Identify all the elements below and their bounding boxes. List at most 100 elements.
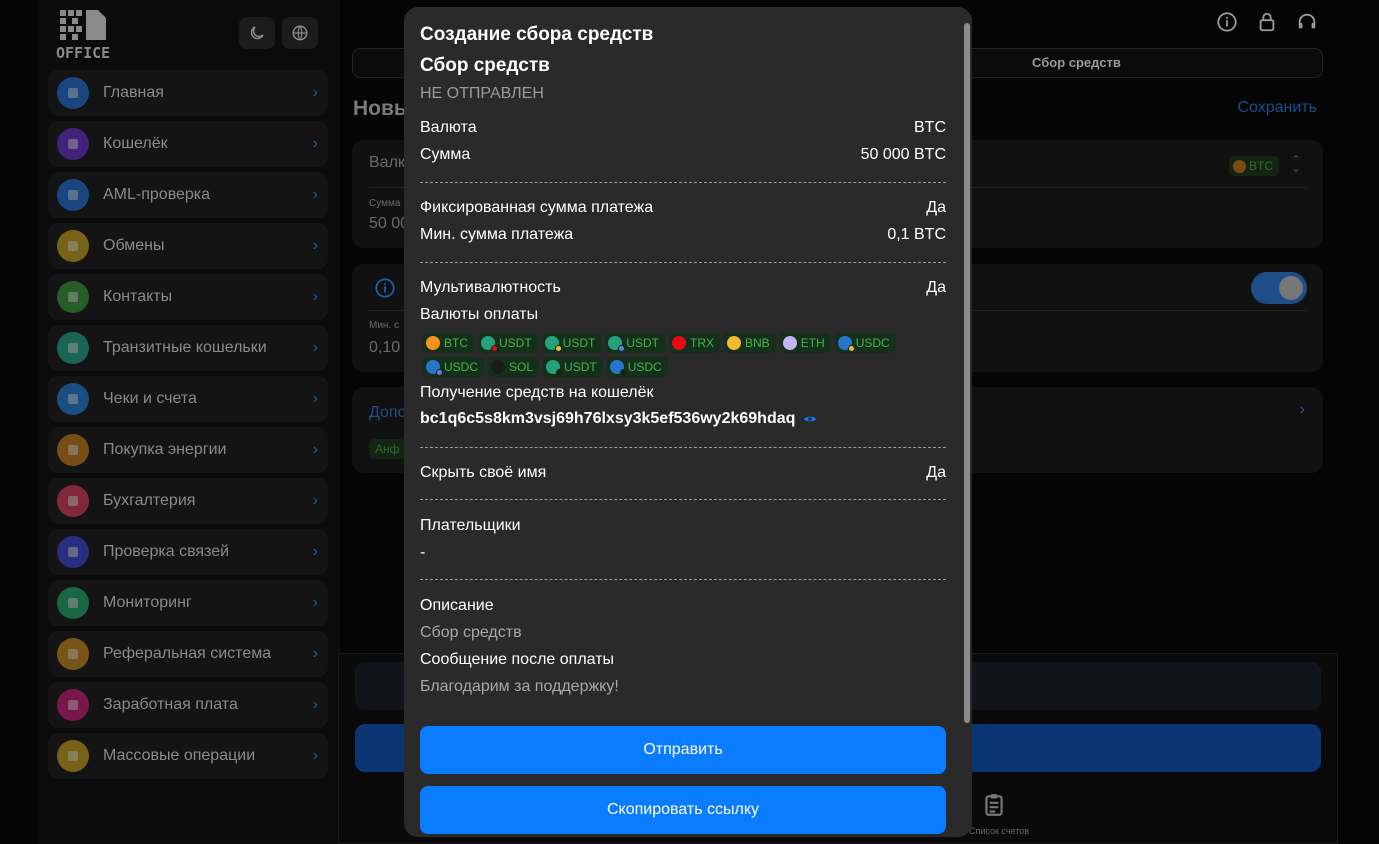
divider: [420, 182, 946, 183]
chevron-right-icon: ›: [312, 441, 318, 458]
pay-currencies-label: Валюты оплаты: [420, 306, 539, 323]
currency-chip: ETH: [779, 333, 831, 353]
contact-card-icon: [57, 281, 89, 313]
support-icon[interactable]: [1295, 10, 1319, 34]
currency-chip: USDC: [606, 357, 668, 377]
handshake-icon: [57, 638, 89, 670]
sidebar-item-label: Покупка энергии: [103, 441, 227, 458]
sidebar-item-label: Мониторинг: [103, 594, 192, 611]
currency-chips: BTC USDT USDT USDT TRX BNB ETH USDC USDC SOL USDT…: [423, 333, 949, 381]
fundraising-modal: Создание сбора средств Сбор средств НЕ О…: [404, 7, 972, 837]
sidebar-item-1[interactable]: Кошелёк ›: [48, 121, 328, 167]
sidebar-item-5[interactable]: Транзитные кошельки ›: [48, 325, 328, 371]
save-link[interactable]: Сохранить: [1237, 99, 1317, 117]
sidebar-item-label: Бухгалтерия: [103, 492, 196, 509]
coin-icon: [481, 336, 498, 352]
min-amount-label: Мин. сумма платежа: [420, 226, 574, 243]
fixed-amount-label: Фиксированная сумма платежа: [420, 199, 654, 216]
min-amount-row: Мин. сумма платежа 0,1 BTC: [420, 224, 946, 246]
chevron-right-icon: ›: [312, 492, 318, 509]
currency-chip-label: BTC: [444, 336, 468, 350]
currency-chip: USDT: [478, 333, 538, 353]
payroll-icon: [57, 689, 89, 721]
amount-row: Сумма 50 000 BTC: [420, 144, 946, 166]
scrollbar-thumb[interactable]: [964, 23, 970, 723]
wallet-address-row: bc1q6c5s8km3vsj69h76lxsy3k5ef536wy2k69hd…: [420, 410, 817, 428]
info-icon[interactable]: [1215, 10, 1239, 34]
language-button[interactable]: [282, 17, 318, 49]
sidebar-item-3[interactable]: Обмены ›: [48, 223, 328, 269]
divider: [420, 579, 946, 580]
currency-chip-label: TRX: [690, 336, 715, 350]
coin-icon: [727, 336, 742, 350]
currency-chip-label: BNB: [745, 336, 770, 350]
sidebar-item-12[interactable]: Заработная плата ›: [48, 682, 328, 728]
min-amount-value[interactable]: 0,10: [369, 339, 400, 357]
sidebar-item-13[interactable]: Массовые операции ›: [48, 733, 328, 779]
sidebar-item-4[interactable]: Контакты ›: [48, 274, 328, 320]
fixed-amount-value: Да: [926, 199, 946, 216]
sidebar-item-label: Контакты: [103, 288, 173, 305]
sidebar-item-8[interactable]: Бухгалтерия ›: [48, 478, 328, 524]
currency-chip: BTC: [423, 333, 474, 353]
currency-chip-label: SOL: [509, 360, 534, 374]
coin-icon: [544, 336, 562, 352]
multicurrency-toggle[interactable]: [1251, 272, 1307, 304]
chevron-right-icon: ›: [312, 645, 318, 662]
amount-value: 50 000 BTC: [860, 146, 946, 163]
sidebar-item-0[interactable]: Главная ›: [48, 70, 328, 116]
exchange-icon: [57, 230, 89, 262]
tag-chip: Анф: [369, 439, 406, 459]
sidebar-item-label: Главная: [103, 84, 164, 101]
eye-icon[interactable]: [803, 414, 817, 424]
currency-chip[interactable]: BTC: [1229, 156, 1279, 176]
amount-label: Сумма: [420, 146, 471, 163]
sidebar-item-7[interactable]: Покупка энергии ›: [48, 427, 328, 473]
network-badge-icon: [619, 369, 627, 376]
moon-icon: [250, 26, 264, 40]
chevron-right-icon: ›: [312, 543, 318, 560]
puzzle-icon: [57, 536, 89, 568]
currency-chip: USDC: [423, 357, 485, 377]
min-amount-label: Мин. с: [369, 320, 399, 331]
chevron-right-icon: ›: [312, 237, 318, 254]
coin-icon: [546, 360, 564, 376]
sidebar-item-label: Реферальная система: [103, 645, 272, 662]
currency-chip: TRX: [669, 333, 721, 353]
currency-chip-label: USDT: [564, 360, 597, 374]
sidebar-item-label: Проверка связей: [103, 543, 230, 560]
hide-name-label: Скрыть своё имя: [420, 464, 547, 481]
multicurrency-label: Мультивалютность: [420, 279, 561, 296]
payers-value: -: [420, 544, 426, 561]
currency-chip-label: BTC: [1249, 159, 1273, 173]
theme-toggle-button[interactable]: [239, 17, 275, 49]
sidebar-item-2[interactable]: AML-проверка ›: [48, 172, 328, 218]
coin-icon: [426, 336, 440, 350]
lock-icon[interactable]: [1255, 10, 1279, 34]
chevron-right-icon: ›: [312, 135, 318, 152]
currency-chip: USDT: [541, 333, 602, 353]
tab-fundraising[interactable]: Сбор средств: [1032, 55, 1121, 70]
network-badge-icon: [618, 345, 626, 352]
sidebar-item-11[interactable]: Реферальная система ›: [48, 631, 328, 677]
chevron-right-icon: ›: [312, 339, 318, 356]
coin-icon: [672, 336, 687, 350]
truck-icon: [57, 332, 89, 364]
currency-chip-label: USDC: [855, 336, 890, 350]
shield-icon: [57, 179, 89, 211]
send-button[interactable]: Отправить: [420, 726, 946, 774]
currency-label: Валюта: [420, 119, 477, 136]
after-payment-value: Благодарим за поддержку!: [420, 678, 619, 695]
network-badge-icon: [491, 345, 498, 352]
modal-scrollbar[interactable]: [963, 17, 971, 832]
currency-chips-row-2: USDC SOL USDT USDC: [423, 357, 949, 377]
network-badge-icon: [554, 345, 562, 352]
chevron-right-icon: ›: [312, 696, 318, 713]
sidebar-item-9[interactable]: Проверка связей ›: [48, 529, 328, 575]
copy-link-button[interactable]: Скопировать ссылку: [420, 786, 946, 834]
coin-icon: [837, 336, 855, 352]
sidebar-item-10[interactable]: Мониторинг ›: [48, 580, 328, 626]
chevron-up-down-icon[interactable]: ⌃ ⌄: [1291, 154, 1301, 174]
receive-wallet-label: Получение средств на кошелёк: [420, 384, 654, 401]
sidebar-item-6[interactable]: Чеки и счета ›: [48, 376, 328, 422]
